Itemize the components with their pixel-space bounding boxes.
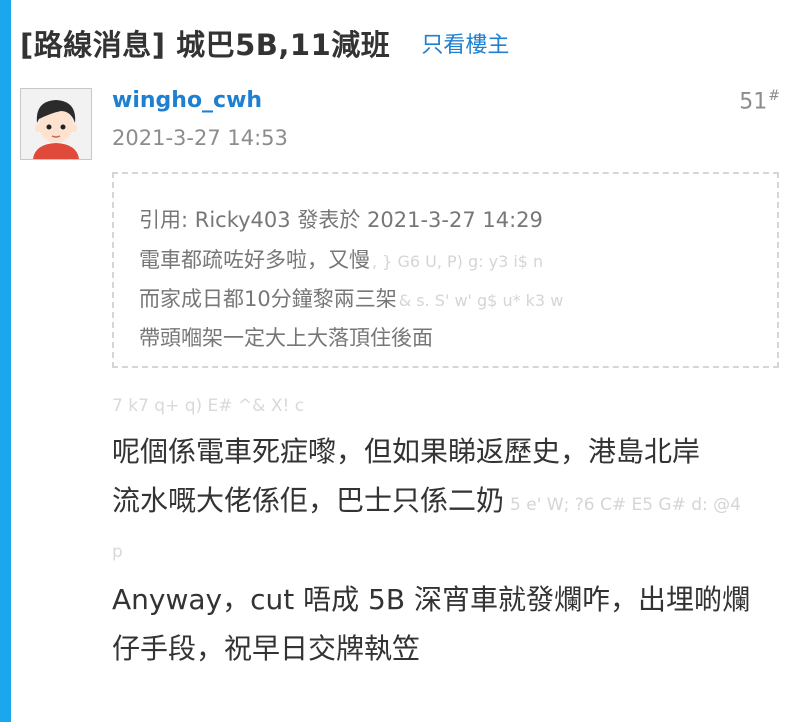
thread-header: [路線消息] 城巴5B,11減班 只看樓主 xyxy=(20,22,509,66)
post-body-line: 仔手段，祝早日交牌執笠 xyxy=(112,632,421,665)
quote-line-text: 而家成日都10分鐘黎兩三架 xyxy=(139,287,397,311)
avatar[interactable] xyxy=(20,88,92,160)
floor-hash: # xyxy=(768,88,780,104)
quote-junk-text: & s. S' w' g$ u* k3 w xyxy=(398,291,564,310)
username-link[interactable]: wingho_cwh xyxy=(112,88,262,113)
floor-number[interactable]: 51# xyxy=(739,88,780,114)
quote-line: 而家成日都10分鐘黎兩三架 & s. S' w' g$ u* k3 w xyxy=(139,283,563,313)
post-body-line: 流水嘅大佬係佢，巴士只係二奶 5 e' W; ?6 C# E5 G# d: @4 xyxy=(112,476,782,530)
thread-title: [路線消息] 城巴5B,11減班 xyxy=(20,28,391,62)
quote-line: 電車都疏咗好多啦，又慢, } G6 U, P) g: y3 i$ n xyxy=(139,244,543,274)
quote-line-text: 帶頭嗰架一定大上大落頂住後面 xyxy=(139,326,433,350)
quote-line-text: 電車都疏咗好多啦，又慢 xyxy=(139,248,370,272)
post-body-line: Anyway，cut 唔成 5B 深宵車就發爛咋，出埋啲爛 xyxy=(112,583,750,616)
post-time: 2021-3-27 14:53 xyxy=(112,126,288,150)
post-body-line-text: 流水嘅大佬係佢，巴士只係二奶 xyxy=(112,484,505,517)
hidden-junk-text: 5 e' W; ?6 C# E5 G# d: @4 xyxy=(510,495,741,515)
floor-number-value: 51 xyxy=(739,89,768,115)
post-body-line: 呢個係電車死症嚟，但如果睇返歷史，港島北岸 xyxy=(112,435,701,468)
only-op-link[interactable]: 只看樓主 xyxy=(421,33,509,58)
hidden-junk-tail: p xyxy=(112,542,123,562)
default-avatar-icon xyxy=(21,89,91,159)
hidden-junk-line: 7 k7 q+ q) E# ^& X! c xyxy=(112,396,305,416)
left-accent-bar xyxy=(0,0,11,722)
quote-header: 引用: Ricky403 發表於 2021-3-27 14:29 xyxy=(139,208,543,232)
quote-junk-text: , } G6 U, P) g: y3 i$ n xyxy=(372,252,544,271)
quote-line: 帶頭嗰架一定大上大落頂住後面 xyxy=(139,322,433,352)
quote-box: 引用: Ricky403 發表於 2021-3-27 14:29 電車都疏咗好多… xyxy=(112,172,779,368)
